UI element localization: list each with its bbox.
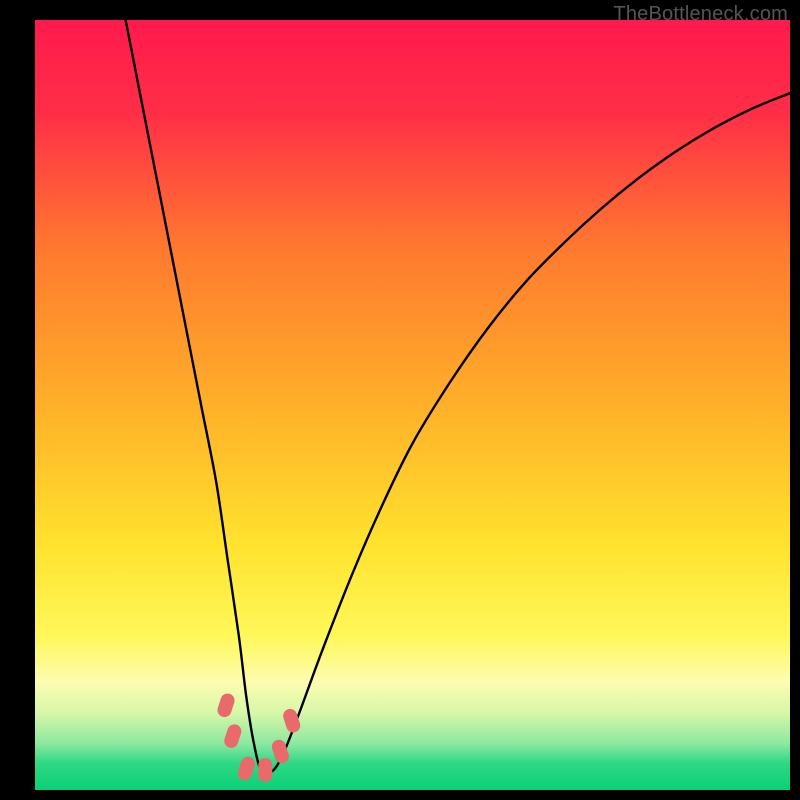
marker: [216, 692, 237, 719]
curve-layer: [35, 20, 790, 790]
watermark-text: TheBottleneck.com: [613, 3, 788, 26]
marker: [222, 723, 243, 750]
marker: [258, 758, 272, 782]
chart-frame: TheBottleneck.com: [0, 0, 800, 800]
bottleneck-curve: [126, 20, 790, 774]
plot-area: [35, 20, 790, 790]
marker: [236, 755, 257, 782]
